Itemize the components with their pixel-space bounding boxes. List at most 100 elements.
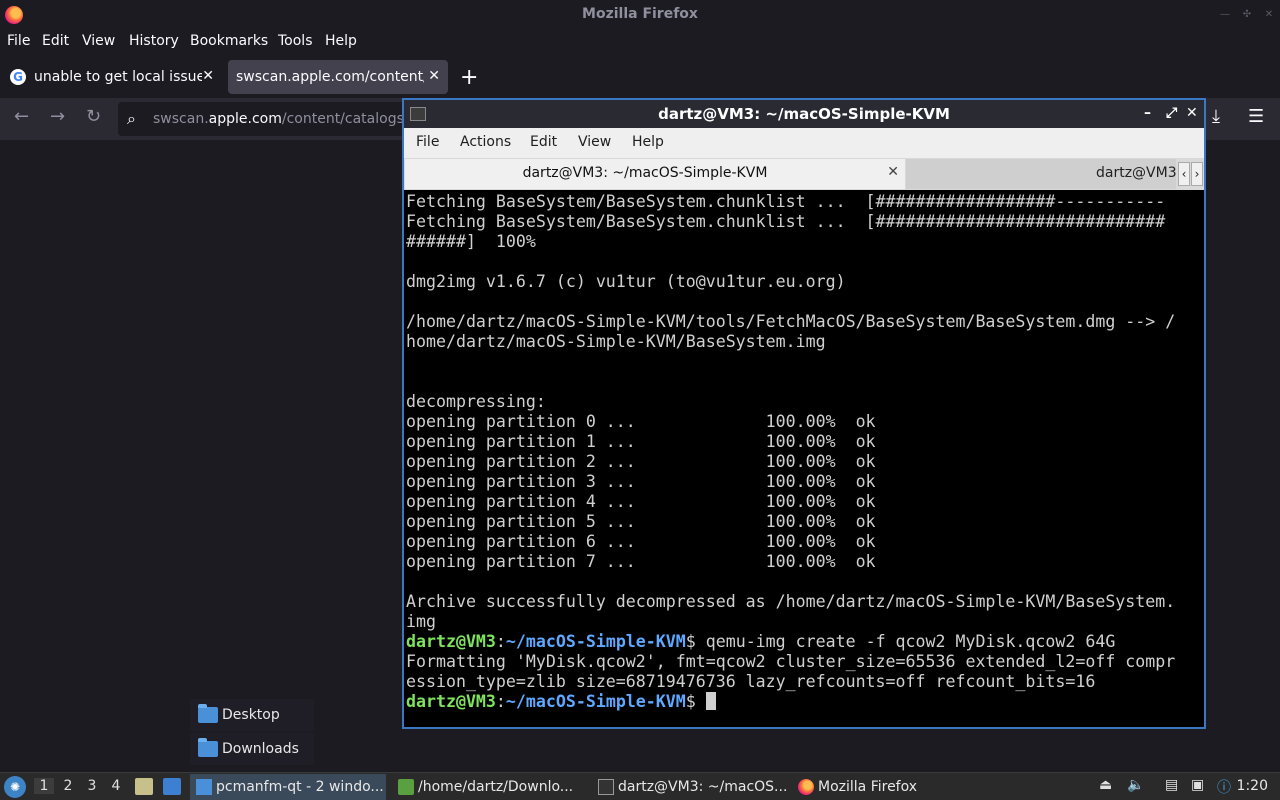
terminal-line: Fetching BaseSystem/BaseSystem.chunklist…: [406, 192, 1166, 211]
terminal-cursor: [705, 692, 716, 710]
desktop-folder-desktop[interactable]: Desktop: [190, 699, 314, 731]
terminal-line: opening partition 0 ... 100.00% ok: [406, 412, 876, 431]
maximize-icon[interactable]: ✣: [1240, 8, 1254, 22]
terminal-prompt-line: dartz@VM3:~/macOS-Simple-KVM$: [406, 692, 1175, 712]
prompt-path: ~/macOS-Simple-KVM: [505, 692, 686, 711]
document-icon: [398, 779, 414, 795]
menu-actions[interactable]: Actions: [460, 134, 511, 150]
firefox-tabbar: G unable to get local issuer ✕ swscan.ap…: [0, 56, 1280, 98]
folder-label: Desktop: [222, 707, 280, 723]
task-downloads[interactable]: /home/dartz/Downlo...: [392, 774, 588, 800]
firefox-menubar: File Edit View History Bookmarks Tools H…: [0, 30, 1280, 54]
clock[interactable]: 1:20: [1237, 778, 1268, 794]
file-manager-icon[interactable]: [135, 778, 153, 795]
task-terminal[interactable]: dartz@VM3: ~/macOS...: [592, 774, 788, 800]
menu-file[interactable]: File: [7, 33, 30, 49]
terminal-line: Archive successfully decompressed as /ho…: [406, 592, 1176, 611]
terminal-line: opening partition 5 ... 100.00% ok: [406, 512, 876, 531]
downloads-icon[interactable]: ⤓: [1212, 106, 1220, 127]
firefox-titlebar: Mozilla Firefox — ✣ ✕: [0, 0, 1280, 30]
menu-view[interactable]: View: [578, 134, 611, 150]
tray-upload-icon[interactable]: ⏏: [1099, 777, 1112, 793]
menu-edit[interactable]: Edit: [530, 134, 557, 150]
terminal-line: ######] 100%: [406, 232, 536, 251]
volume-icon[interactable]: 🔈: [1127, 777, 1144, 793]
menu-tools[interactable]: Tools: [278, 33, 313, 49]
tab-unable-to-get-local-issuer[interactable]: G unable to get local issuer ✕: [2, 60, 222, 94]
task-label: /home/dartz/Downlo...: [418, 779, 574, 795]
network-icon[interactable]: ▣: [1191, 777, 1204, 793]
task-pcmanfm[interactable]: pcmanfm-qt - 2 windo...: [190, 774, 386, 800]
show-desktop-icon[interactable]: [163, 778, 181, 795]
menu-edit[interactable]: Edit: [42, 33, 69, 49]
terminal-window-title: dartz@VM3: ~/macOS-Simple-KVM: [658, 105, 950, 123]
folder-icon: [198, 704, 218, 723]
url-path: /content/catalogs: [281, 111, 404, 127]
url-domain: apple.com: [208, 111, 282, 127]
task-firefox[interactable]: Mozilla Firefox: [792, 774, 988, 800]
minimize-icon[interactable]: –: [1144, 105, 1151, 121]
terminal-menubar: File Actions Edit View Help: [404, 128, 1204, 158]
menu-view[interactable]: View: [82, 33, 115, 49]
workspace-2[interactable]: 2: [58, 778, 78, 794]
notification-icon[interactable]: ⓘ: [1217, 777, 1231, 797]
forward-arrow-icon[interactable]: →: [50, 106, 65, 127]
start-menu-icon[interactable]: ✺: [4, 776, 26, 798]
terminal-line: Fetching BaseSystem/BaseSystem.chunklist…: [406, 212, 1166, 231]
folder-icon: [198, 738, 218, 757]
close-icon[interactable]: ✕: [1262, 8, 1276, 22]
clipboard-icon[interactable]: ▤: [1165, 777, 1178, 793]
terminal-window: dartz@VM3: ~/macOS-Simple-KVM – ⤢ ✕ File…: [402, 98, 1206, 729]
close-icon[interactable]: ✕: [1186, 105, 1198, 121]
firefox-window-title: Mozilla Firefox: [582, 6, 698, 22]
terminal-tabbar: dartz@VM3: ~/macOS-Simple-KVM ✕ dartz@VM…: [404, 158, 1204, 190]
terminal-command: qemu-img create -f qcow2 MyDisk.qcow2 64…: [705, 632, 1116, 651]
new-tab-plus-icon[interactable]: +: [460, 65, 478, 90]
terminal-output[interactable]: Fetching BaseSystem/BaseSystem.chunklist…: [404, 190, 1204, 727]
close-tab-icon[interactable]: ✕: [887, 164, 899, 180]
desktop-folder-downloads[interactable]: Downloads: [190, 733, 314, 765]
menu-file[interactable]: File: [416, 134, 439, 150]
terminal-line: /home/dartz/macOS-Simple-KVM/tools/Fetch…: [406, 312, 1176, 331]
task-label: dartz@VM3: ~/macOS...: [618, 779, 788, 795]
task-label: pcmanfm-qt - 2 windo...: [216, 779, 384, 795]
prompt-user: dartz@VM3: [406, 632, 496, 651]
prompt-dollar: $: [685, 692, 706, 711]
terminal-line: dmg2img v1.6.7 (c) vu1tur (to@vu1tur.eu.…: [406, 272, 846, 291]
close-tab-icon[interactable]: ✕: [202, 68, 214, 84]
prompt-separator: :: [495, 692, 506, 711]
menu-help[interactable]: Help: [632, 134, 664, 150]
tab-scroll-right-icon[interactable]: ›: [1191, 162, 1203, 186]
terminal-tab-inactive[interactable]: dartz@VM3: [906, 159, 1176, 189]
workspace-3[interactable]: 3: [82, 778, 102, 794]
terminal-lines: Fetching BaseSystem/BaseSystem.chunklist…: [406, 192, 1175, 712]
terminal-line: opening partition 1 ... 100.00% ok: [406, 432, 876, 451]
terminal-line: ession_type=zlib size=68719476736 lazy_r…: [406, 672, 1096, 691]
task-label: Mozilla Firefox: [818, 779, 918, 795]
terminal-tab-active[interactable]: dartz@VM3: ~/macOS-Simple-KVM ✕: [405, 159, 905, 189]
hamburger-menu-icon[interactable]: ☰: [1248, 106, 1264, 127]
taskbar: ✺ 1 2 3 4 pcmanfm-qt - 2 windo... /home/…: [0, 772, 1280, 800]
close-tab-icon[interactable]: ✕: [428, 68, 440, 84]
tab-label: swscan.apple.com/content/c: [236, 69, 424, 85]
workspace-4[interactable]: 4: [106, 778, 126, 794]
reload-icon[interactable]: ↻: [86, 106, 101, 127]
url-prefix: swscan.: [153, 111, 209, 127]
minimize-icon[interactable]: —: [1218, 8, 1232, 22]
terminal-titlebar[interactable]: dartz@VM3: ~/macOS-Simple-KVM – ⤢ ✕: [404, 100, 1204, 128]
terminal-line: Formatting 'MyDisk.qcow2', fmt=qcow2 clu…: [406, 652, 1176, 671]
maximize-icon[interactable]: ⤢: [1166, 105, 1177, 121]
workspace-1[interactable]: 1: [34, 778, 54, 794]
menu-help[interactable]: Help: [325, 33, 357, 49]
back-arrow-icon[interactable]: ←: [14, 106, 29, 127]
menu-history[interactable]: History: [129, 33, 179, 49]
url-text[interactable]: swscan.apple.com/content/catalogs: [153, 111, 404, 127]
tab-swscan-apple[interactable]: swscan.apple.com/content/c ✕: [228, 60, 448, 94]
tab-scroll-left-icon[interactable]: ‹: [1178, 162, 1190, 186]
terminal-line: opening partition 6 ... 100.00% ok: [406, 532, 876, 551]
menu-bookmarks[interactable]: Bookmarks: [190, 33, 268, 49]
